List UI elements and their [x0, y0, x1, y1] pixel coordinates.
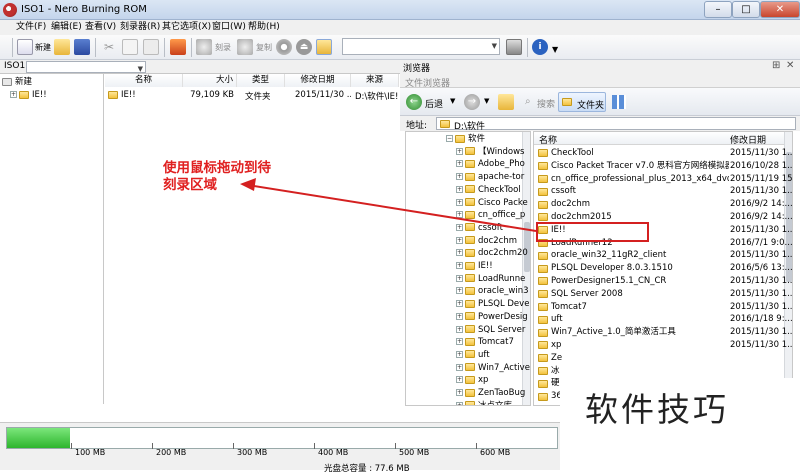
tick-600: 600 MB — [480, 448, 511, 457]
tick-line — [152, 443, 153, 449]
tick-line — [395, 443, 396, 449]
tick-line — [233, 443, 234, 449]
total-capacity: 光盘总容量 : 77.6 MB — [324, 464, 410, 474]
arrow-shaft — [247, 184, 537, 232]
tick-line — [476, 443, 477, 449]
tick-line — [71, 443, 72, 449]
tick-500: 500 MB — [399, 448, 430, 457]
tick-100: 100 MB — [75, 448, 106, 457]
tick-line — [314, 443, 315, 449]
tick-400: 400 MB — [318, 448, 349, 457]
watermark-text: 软件技巧 — [585, 390, 729, 429]
tick-200: 200 MB — [156, 448, 187, 457]
capacity-fill — [7, 428, 70, 448]
annotation-text: 使用鼠标拖动到待 刻录区域 — [163, 160, 271, 193]
tick-300: 300 MB — [237, 448, 268, 457]
